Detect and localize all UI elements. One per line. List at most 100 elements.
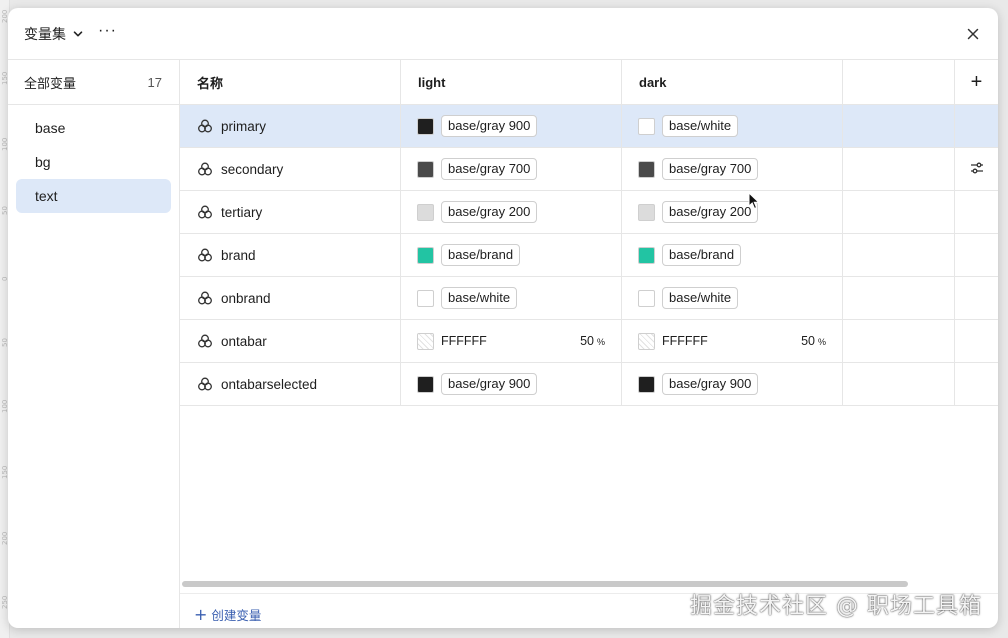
light-value-cell[interactable]: base/gray 900 [401,363,622,405]
dark-value-cell[interactable]: base/white [622,105,843,147]
color-variable-icon [197,290,213,306]
color-swatch[interactable] [417,289,434,307]
color-swatch[interactable] [638,289,655,307]
variable-name-cell[interactable]: secondary [180,148,401,190]
table-row[interactable]: secondary base/gray 700 base/gray 700 [180,148,998,191]
variable-name-cell[interactable]: ontabar [180,320,401,362]
row-actions-cell [955,320,998,362]
add-mode-button[interactable]: + [955,60,998,105]
hex-value[interactable]: FFFFFF [441,334,487,348]
empty-cell [843,320,955,362]
color-swatch[interactable] [638,375,655,393]
collection-selector[interactable]: 变量集 [24,24,84,44]
color-swatch[interactable] [417,160,434,178]
row-actions-cell [955,234,998,276]
alias-pill[interactable]: base/gray 900 [441,373,538,395]
column-header-dark[interactable]: dark [622,60,843,105]
color-swatch[interactable] [638,246,655,264]
color-swatch[interactable] [417,375,434,393]
more-options-button[interactable]: ··· [98,22,117,40]
table-row[interactable]: primary base/gray 900 base/white [180,105,998,148]
column-header-empty [843,60,955,105]
color-variable-icon [197,247,213,263]
plus-icon: + [194,604,208,624]
opacity-value[interactable]: 50% [801,334,826,348]
light-value-cell[interactable]: FFFFFF 50% [401,320,622,362]
color-variable-icon [197,333,213,349]
dark-value-cell[interactable]: base/gray 900 [622,363,843,405]
color-swatch[interactable] [417,203,434,221]
variable-name[interactable]: secondary [221,162,283,177]
alias-pill[interactable]: base/white [662,115,739,137]
variables-table: 名称 light dark + primary base/gray 900 base… [180,60,998,628]
alias-pill[interactable]: base/white [441,287,518,309]
dark-value-cell[interactable]: FFFFFF 50% [622,320,843,362]
variable-name-cell[interactable]: ontabarselected [180,363,401,405]
color-swatch[interactable] [417,117,434,135]
chevron-down-icon [73,31,83,37]
variable-name-cell[interactable]: brand [180,234,401,276]
table-row[interactable]: tertiary base/gray 200 base/gray 200 [180,191,998,234]
group-sidebar: 全部变量 17 base bg text [8,60,180,628]
light-value-cell[interactable]: base/gray 900 [401,105,622,147]
alias-pill[interactable]: base/brand [662,244,742,266]
variables-count: 17 [147,74,162,90]
empty-cell [843,277,955,319]
edit-variable-icon[interactable] [969,160,985,179]
color-swatch[interactable] [638,332,655,350]
watermark: 掘金技术社区 @ 职场工具箱 [690,594,982,619]
table-row[interactable]: ontabarselected base/gray 900 base/gray 90… [180,363,998,406]
create-variable-button[interactable]: + 创建变量 [194,605,261,624]
all-variables-label: 全部变量 [24,76,77,92]
alias-pill[interactable]: base/gray 200 [662,201,759,223]
empty-cell [843,234,955,276]
dark-value-cell[interactable]: base/brand [622,234,843,276]
sidebar-item-text[interactable]: text [16,179,171,213]
all-variables-item[interactable]: 全部变量 17 [8,60,179,105]
variable-name-cell[interactable]: onbrand [180,277,401,319]
sidebar-item-bg[interactable]: bg [16,145,171,179]
color-swatch[interactable] [417,246,434,264]
light-value-cell[interactable]: base/brand [401,234,622,276]
color-swatch[interactable] [638,160,655,178]
alias-pill[interactable]: base/gray 700 [441,158,538,180]
table-header: 名称 light dark + [180,60,998,105]
variable-name[interactable]: onbrand [221,291,271,306]
variable-name[interactable]: ontabar [221,334,267,349]
mouse-cursor-icon [748,192,760,210]
alias-pill[interactable]: base/gray 900 [441,115,538,137]
variable-name-cell[interactable]: tertiary [180,191,401,233]
alias-pill[interactable]: base/brand [441,244,521,266]
dark-value-cell[interactable]: base/white [622,277,843,319]
alias-pill[interactable]: base/white [662,287,739,309]
sidebar-item-base[interactable]: base [16,111,171,145]
color-swatch[interactable] [638,117,655,135]
opacity-value[interactable]: 50% [580,334,605,348]
variable-name[interactable]: brand [221,248,256,263]
empty-cell [843,191,955,233]
dark-value-cell[interactable]: base/gray 200 [622,191,843,233]
variable-name[interactable]: primary [221,119,266,134]
row-actions-cell[interactable] [955,148,998,190]
column-header-light[interactable]: light [401,60,622,105]
alias-pill[interactable]: base/gray 700 [662,158,759,180]
close-button[interactable] [962,23,984,45]
variable-name[interactable]: tertiary [221,205,262,220]
light-value-cell[interactable]: base/gray 700 [401,148,622,190]
alias-pill[interactable]: base/gray 200 [441,201,538,223]
color-variable-icon [197,161,213,177]
table-row[interactable]: brand base/brand base/brand [180,234,998,277]
light-value-cell[interactable]: base/gray 200 [401,191,622,233]
color-variable-icon [197,204,213,220]
table-row[interactable]: ontabar FFFFFF 50% FFFFFF 50% [180,320,998,363]
color-swatch[interactable] [638,203,655,221]
table-row[interactable]: onbrand base/white base/white [180,277,998,320]
variable-name-cell[interactable]: primary [180,105,401,147]
dark-value-cell[interactable]: base/gray 700 [622,148,843,190]
variable-name[interactable]: ontabarselected [221,377,317,392]
hex-value[interactable]: FFFFFF [662,334,708,348]
light-value-cell[interactable]: base/white [401,277,622,319]
horizontal-scrollbar[interactable] [182,581,908,587]
color-swatch[interactable] [417,332,434,350]
alias-pill[interactable]: base/gray 900 [662,373,759,395]
